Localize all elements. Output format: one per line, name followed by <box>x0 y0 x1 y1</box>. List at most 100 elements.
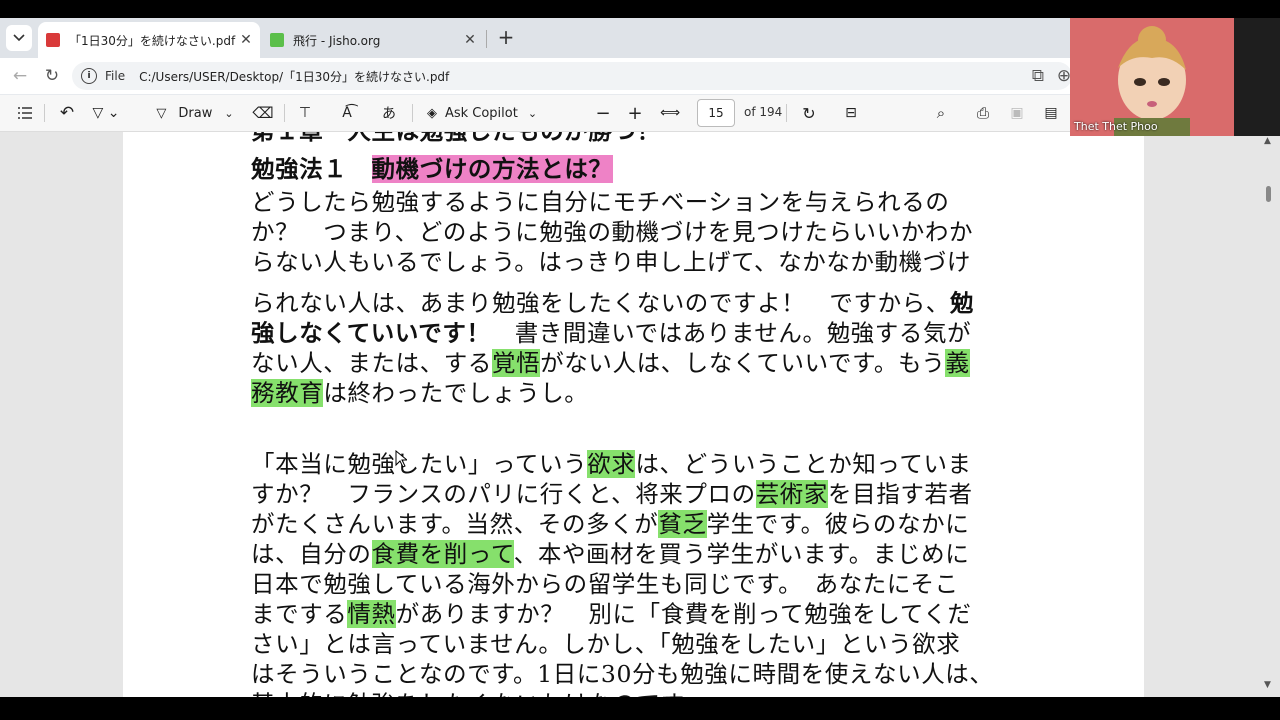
chevron-down-icon <box>13 34 25 42</box>
chevron-down-icon: ⌄ <box>527 106 538 120</box>
text-run: 「本当に勉強したい」っていう <box>251 450 588 478</box>
vertical-scrollbar[interactable]: ▲ ▼ <box>1262 132 1274 697</box>
bold-text: 強しなくていいです！ <box>251 319 491 347</box>
green-highlight: 情熱 <box>347 600 396 628</box>
toolbar-divider <box>284 104 285 122</box>
page-number-input[interactable]: 15 <box>697 99 735 127</box>
undo-icon[interactable]: ↶ <box>54 100 80 126</box>
zoom-out-button[interactable]: − <box>590 100 616 126</box>
draw-button[interactable]: ▽ Draw ⌄ <box>150 100 240 126</box>
draw-label: Draw <box>178 105 213 121</box>
text-line: は、自分の食費を削って、本や画材を買う学生がいます。まじめに <box>251 535 969 569</box>
pdf-viewer[interactable]: 第１章 人生は勉強したものが勝つ！ 勉強法１ 動機づけの方法とは？ どうしたら勉… <box>0 132 1280 697</box>
scroll-thumb[interactable] <box>1266 186 1271 202</box>
ask-copilot-button[interactable]: ◈ Ask Copilot ⌄ <box>422 100 542 126</box>
toolbar-divider <box>412 104 413 122</box>
text-run: 学生です。彼らのなかに <box>706 510 970 538</box>
green-highlight: 覚悟 <box>492 349 541 377</box>
text-line: はそういうことなのです。1日に30分も勉強に時間を使えない人は、 <box>251 660 994 688</box>
text-run: ない人、または、する <box>251 349 492 377</box>
text-line: 務教育は終わったでしょうし。 <box>251 374 588 408</box>
fit-page-icon[interactable]: ⟺ <box>657 100 683 126</box>
tab-divider <box>486 30 487 48</box>
text-box-icon[interactable]: ⊤ <box>292 100 318 126</box>
text-line: 「本当に勉強したい」っていう欲求は、どういうことか知っていま <box>251 445 972 479</box>
zoom-in-button[interactable]: + <box>622 100 648 126</box>
text-line: までする情熱がありますか？ 別に「食費を削って勉強をしてくだ <box>251 595 971 629</box>
eraser-icon[interactable]: ⌫ <box>250 100 276 126</box>
text-run: 、本や画材を買う学生がいます。まじめに <box>513 540 970 568</box>
text-run: 書き間違いではありません。勉強する気が <box>490 319 972 347</box>
text-line: 強しなくていいです！ 書き間違いではありません。勉強する気が <box>251 314 971 348</box>
green-highlight: 義 <box>945 349 970 377</box>
webcam-overlay: Thet Thet Phoo <box>1070 18 1234 136</box>
text-run: を目指す若者 <box>828 480 973 508</box>
text-run: は、自分の <box>251 540 372 568</box>
pdf-page: 第１章 人生は勉強したものが勝つ！ 勉強法１ 動機づけの方法とは？ どうしたら勉… <box>123 132 1144 697</box>
text-run: は、どういうことか知っていま <box>635 450 972 478</box>
text-line: さい」とは言っていません。しかし、「勉強をしたい」という欲求 <box>251 630 961 658</box>
tab-actions-menu-button[interactable] <box>6 25 32 51</box>
toolbar-divider <box>786 104 787 122</box>
webcam-side-panel <box>1234 18 1280 136</box>
close-icon[interactable]: ✕ <box>236 32 256 48</box>
text-line: どうしたら勉強するように自分にモチベーションを与えられるの <box>251 188 950 216</box>
tab-pdf[interactable]: 「1日30分」を続けなさい.pdf ✕ <box>38 22 260 58</box>
back-button[interactable]: ← <box>8 64 32 88</box>
refresh-button[interactable]: ↻ <box>40 64 64 88</box>
text-run: がありますか？ 別に「食費を削って勉強をしてくだ <box>395 600 972 628</box>
rotate-icon[interactable]: ↻ <box>796 100 822 126</box>
highlight-icon[interactable]: ▽ ⌄ <box>86 100 126 126</box>
participant-name: Thet Thet Phoo <box>1074 120 1158 133</box>
chevron-down-icon: ⌄ <box>224 106 234 120</box>
heading-prefix: 勉強法１ <box>251 155 348 183</box>
pen-icon: ▽ <box>156 105 167 121</box>
print-icon[interactable]: ⎙ <box>970 100 996 126</box>
scroll-down-icon[interactable]: ▼ <box>1264 680 1271 690</box>
pdf-icon <box>46 33 60 47</box>
search-icon[interactable]: ⌕ <box>928 100 954 126</box>
chapter-heading: 第１章 人生は勉強したものが勝つ！ <box>251 132 661 146</box>
save-as-icon[interactable]: ▤ <box>1038 100 1064 126</box>
green-highlight: 食費を削って <box>371 540 514 568</box>
tab-jisho[interactable]: 飛行 - Jisho.org ✕ <box>262 22 484 58</box>
page-view-icon[interactable]: ⊟ <box>838 100 864 126</box>
text-run: がない人は、しなくていいです。もう <box>540 349 946 377</box>
text-line: らない人もいるでしょう。はっきり申し上げて、なかなか動機づけ <box>251 248 971 276</box>
url-text: C:/Users/USER/Desktop/「1日30分」を続けなさい.pdf <box>139 69 450 84</box>
scheme-label: File <box>105 69 126 83</box>
read-aloud-icon[interactable]: A͡ <box>334 100 360 126</box>
text-line: 日本で勉強している海外からの留学生も同じです。 あなたにそこ <box>251 570 959 598</box>
copilot-label: Ask Copilot <box>444 105 518 121</box>
page-count: of 194 <box>744 105 783 119</box>
text-line: か？ つまり、どのように勉強の動機づけを見つけたらいいかわか <box>251 218 974 246</box>
green-highlight: 貧乏 <box>658 510 707 538</box>
contents-icon[interactable] <box>12 100 38 126</box>
text-line: すか？ フランスのパリに行くと、将来プロの芸術家を目指す若者 <box>251 475 973 509</box>
screen-bottom-border <box>0 697 1280 720</box>
translate-icon[interactable]: あ <box>376 100 402 126</box>
bold-text: 勉 <box>949 289 975 317</box>
address-bar[interactable]: i File C:/Users/USER/Desktop/「1日30分」を続けな… <box>72 62 1072 90</box>
green-highlight: 芸術家 <box>755 480 829 508</box>
text-run: られない人は、あまり勉強をしたくないのですよ！ ですから、 <box>251 289 950 317</box>
text-run: までする <box>251 600 348 628</box>
reading-mode-icon[interactable]: ⧉ <box>1026 64 1050 88</box>
text-run: すか？ フランスのパリに行くと、将来プロの <box>251 480 756 508</box>
info-icon[interactable]: i <box>81 68 97 84</box>
text-run: は終わったでしょうし。 <box>323 379 589 407</box>
scroll-up-icon[interactable]: ▲ <box>1264 136 1271 146</box>
pink-highlight: 動機づけの方法とは？ <box>371 155 613 183</box>
save-icon[interactable]: ▣ <box>1004 100 1030 126</box>
screen-top-border <box>0 0 1280 18</box>
new-tab-button[interactable]: + <box>494 26 518 50</box>
green-highlight: 欲求 <box>587 450 636 478</box>
copilot-icon: ◈ <box>426 105 437 121</box>
green-highlight: 務教育 <box>251 379 324 407</box>
text-run: がたくさんいます。当然、その多くが <box>251 510 659 538</box>
tab-title: 飛行 - Jisho.org <box>293 33 381 48</box>
mouse-cursor-icon <box>395 450 407 468</box>
close-icon[interactable]: ✕ <box>460 32 480 48</box>
text-line: 基本的に勉強をしたくないわけなのです。 <box>251 685 707 697</box>
avatar <box>1114 26 1190 136</box>
